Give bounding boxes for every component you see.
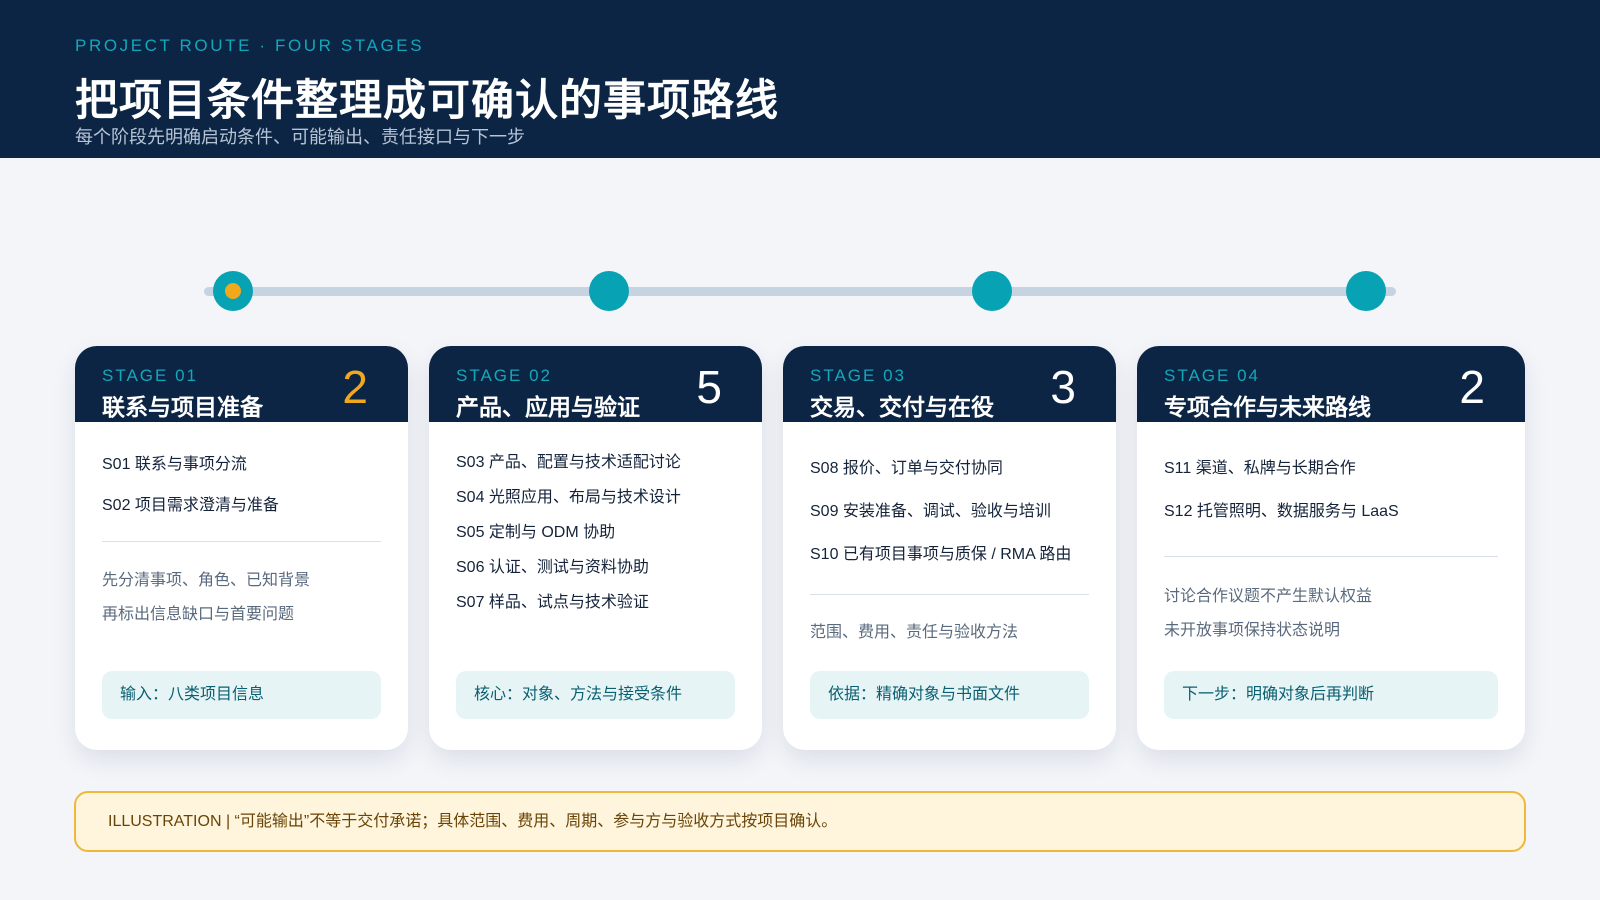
- timeline-dot-stage-1: [213, 271, 253, 311]
- stage-item-list: S01 联系与事项分流 S02 项目需求澄清与准备: [102, 450, 388, 532]
- stage-note: 再标出信息缺口与首要问题: [102, 606, 295, 623]
- stage-count: 5: [696, 361, 722, 413]
- stage-card-3: STAGE 03 交易、交付与在役 3 S08 报价、订单与交付协同 S09 安…: [783, 346, 1116, 750]
- stage-label: STAGE 02: [456, 366, 552, 385]
- stage-count: 2: [342, 361, 368, 413]
- stage-card-header: STAGE 02 产品、应用与验证 5: [429, 346, 762, 422]
- timeline-dot-stage-2: [589, 271, 629, 311]
- stage-note: 先分清事项、角色、已知背景: [102, 572, 311, 589]
- stage-item: S03 产品、配置与技术适配讨论: [456, 454, 681, 471]
- stage-card-2: STAGE 02 产品、应用与验证 5 S03 产品、配置与技术适配讨论 S04…: [429, 346, 762, 750]
- stage-item-list: S11 渠道、私牌与长期合作 S12 托管照明、数据服务与 LaaS: [1164, 454, 1505, 540]
- stage-card-4: STAGE 04 专项合作与未来路线 2 S11 渠道、私牌与长期合作 S12 …: [1137, 346, 1525, 750]
- stage-note-list: 范围、费用、责任与验收方法: [810, 618, 1096, 652]
- stage-item: S05 定制与 ODM 协助: [456, 524, 616, 541]
- page-title: 把项目条件整理成可确认的事项路线: [75, 77, 779, 125]
- stage-item: S10 已有项目事项与质保 / RMA 路由: [810, 546, 1072, 563]
- stage-label: STAGE 03: [810, 366, 906, 385]
- stage-note: 未开放事项保持状态说明: [1164, 622, 1341, 639]
- stage-note: 范围、费用、责任与验收方法: [810, 624, 1019, 641]
- stage-count: 3: [1050, 361, 1076, 413]
- page-kicker: PROJECT ROUTE · FOUR STAGES: [75, 36, 425, 55]
- stage-item: S11 渠道、私牌与长期合作: [1164, 460, 1356, 477]
- stage-count: 2: [1459, 361, 1485, 413]
- page-header: PROJECT ROUTE · FOUR STAGES 把项目条件整理成可确认的…: [0, 0, 1600, 158]
- stage-item: S08 报价、订单与交付协同: [810, 460, 1003, 477]
- stage-item-list: S03 产品、配置与技术适配讨论 S04 光照应用、布局与技术设计 S05 定制…: [456, 448, 742, 623]
- stage-title: 产品、应用与验证: [456, 394, 640, 420]
- stage-card-1: STAGE 01 联系与项目准备 2 S01 联系与事项分流 S02 项目需求澄…: [75, 346, 408, 750]
- stage-footer-pill: 输入：八类项目信息: [102, 671, 381, 719]
- stage-footer-pill: 核心：对象、方法与接受条件: [456, 671, 735, 719]
- stage-card-header: STAGE 01 联系与项目准备 2: [75, 346, 408, 422]
- stage-item: S07 样品、试点与技术验证: [456, 594, 649, 611]
- timeline-track: [204, 287, 1396, 296]
- stage-title: 专项合作与未来路线: [1164, 394, 1371, 420]
- timeline-dot-stage-4: [1346, 271, 1386, 311]
- divider: [1164, 556, 1498, 557]
- stage-card-header: STAGE 03 交易、交付与在役 3: [783, 346, 1116, 422]
- page-subtitle: 每个阶段先明确启动条件、可能输出、责任接口与下一步: [75, 127, 525, 147]
- illustration-banner: ILLUSTRATION | “可能输出”不等于交付承诺；具体范围、费用、周期、…: [74, 791, 1526, 852]
- stage-footer-pill: 下一步：明确对象后再判断: [1164, 671, 1498, 719]
- stage-title: 交易、交付与在役: [810, 394, 994, 420]
- stage-item: S04 光照应用、布局与技术设计: [456, 489, 681, 506]
- stage-item-list: S08 报价、订单与交付协同 S09 安装准备、调试、验收与培训 S10 已有项…: [810, 454, 1096, 583]
- stage-footer-pill: 依据：精确对象与书面文件: [810, 671, 1089, 719]
- divider: [810, 594, 1089, 595]
- stage-note-list: 讨论合作议题不产生默认权益 未开放事项保持状态说明: [1164, 582, 1505, 650]
- stage-note: 讨论合作议题不产生默认权益: [1164, 588, 1373, 605]
- stage-item: S12 托管照明、数据服务与 LaaS: [1164, 503, 1399, 520]
- stage-title: 联系与项目准备: [102, 394, 263, 420]
- stage-item: S06 认证、测试与资料协助: [456, 559, 649, 576]
- stage-label: STAGE 04: [1164, 366, 1260, 385]
- stage-note-list: 先分清事项、角色、已知背景 再标出信息缺口与首要问题: [102, 566, 388, 634]
- stage-item: S01 联系与事项分流: [102, 456, 247, 473]
- divider: [102, 541, 381, 542]
- stage-item: S09 安装准备、调试、验收与培训: [810, 503, 1051, 520]
- stage-label: STAGE 01: [102, 366, 198, 385]
- timeline-dot-stage-3: [972, 271, 1012, 311]
- stage-card-header: STAGE 04 专项合作与未来路线 2: [1137, 346, 1525, 422]
- stage-item: S02 项目需求澄清与准备: [102, 497, 279, 514]
